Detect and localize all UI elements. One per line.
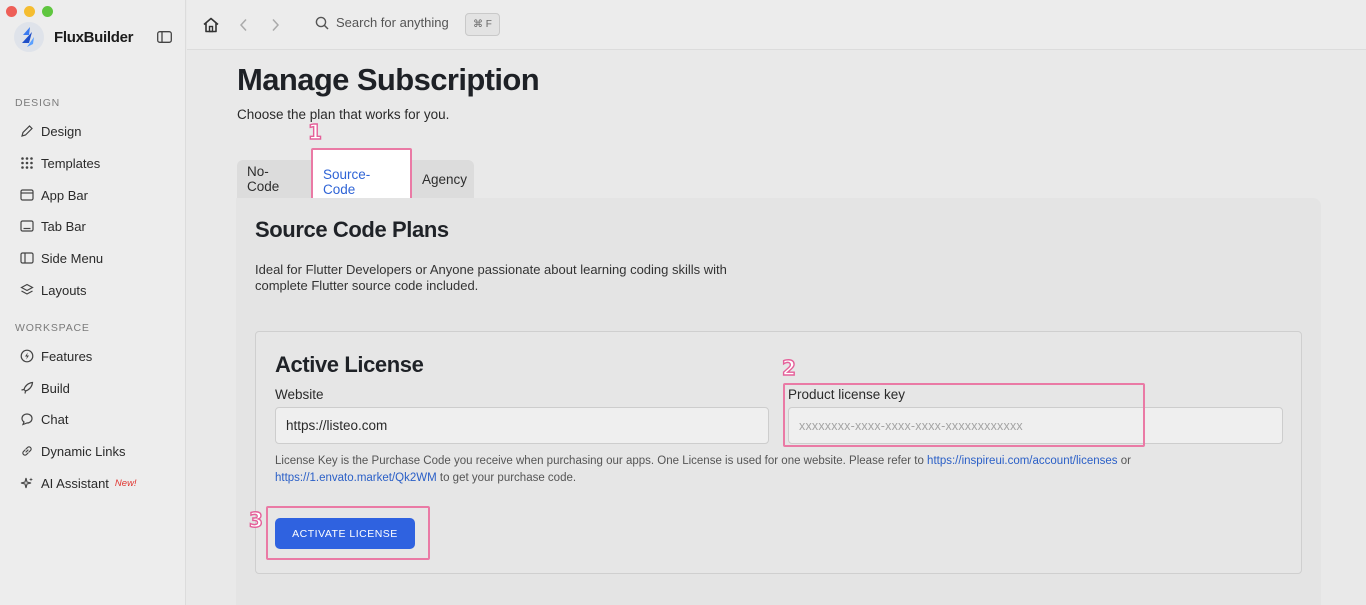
- highlight-box-activate: [266, 506, 430, 560]
- panel-title: Source Code Plans: [255, 217, 449, 242]
- app-header: FluxBuilder: [14, 22, 173, 52]
- website-label: Website: [275, 387, 324, 402]
- sidebar: FluxBuilder DESIGN Design Templates App …: [0, 0, 186, 605]
- side-menu-icon: [20, 252, 34, 264]
- tab-agency[interactable]: Agency: [412, 160, 474, 198]
- minimize-window-button[interactable]: [24, 6, 35, 17]
- tab-source-code[interactable]: Source-Code: [311, 148, 412, 204]
- tab-no-code[interactable]: No-Code: [237, 160, 311, 198]
- sidebar-item-dynamic-links[interactable]: Dynamic Links: [20, 440, 126, 462]
- sidebar-item-design[interactable]: Design: [20, 120, 81, 142]
- sidebar-item-features[interactable]: Features: [20, 345, 92, 367]
- sidebar-item-label: Templates: [41, 155, 101, 171]
- plan-tabs: No-Code Source-Code Agency: [237, 148, 474, 204]
- sidebar-item-templates[interactable]: Templates: [20, 152, 100, 174]
- sidebar-item-side-menu[interactable]: Side Menu: [20, 247, 103, 269]
- search-input[interactable]: Search for anything: [315, 15, 449, 30]
- window-controls: [6, 6, 53, 17]
- sidebar-item-build[interactable]: Build: [20, 377, 70, 399]
- sidebar-item-label: Features: [41, 348, 93, 364]
- link-icon: [22, 446, 32, 456]
- app-name: FluxBuilder: [54, 28, 134, 46]
- rocket-icon: [21, 381, 34, 394]
- sidebar-item-tab-bar[interactable]: Tab Bar: [20, 215, 86, 237]
- layers-icon: [20, 283, 34, 295]
- licenses-link[interactable]: https://inspireui.com/account/licenses: [927, 455, 1117, 467]
- page-title: Manage Subscription: [237, 62, 540, 97]
- sparkle-icon: [20, 477, 33, 489]
- sidebar-item-label: Design: [41, 123, 82, 139]
- main-content: Manage Subscription Choose the plan that…: [187, 50, 1366, 605]
- sidebar-item-ai-assistant[interactable]: AI Assistant New!: [20, 472, 137, 494]
- sidebar-item-label: App Bar: [41, 187, 88, 203]
- envato-link[interactable]: https://1.envato.market/Qk2WM: [275, 472, 437, 484]
- close-window-button[interactable]: [6, 6, 17, 17]
- sidebar-item-label: Tab Bar: [41, 218, 86, 234]
- maximize-window-button[interactable]: [42, 6, 53, 17]
- search-icon: [315, 16, 329, 30]
- annotation-number-3: 3: [248, 507, 263, 532]
- forward-arrow-icon[interactable]: [266, 16, 284, 34]
- highlight-box-license-key: [783, 383, 1145, 447]
- sidebar-item-chat[interactable]: Chat: [20, 408, 68, 430]
- sidebar-item-label: Chat: [41, 411, 69, 427]
- sidebar-item-label: Build: [41, 380, 70, 396]
- page-subtitle: Choose the plan that works for you.: [237, 107, 450, 122]
- fluxbuilder-logo: [14, 22, 44, 52]
- annotation-number-1: 1: [307, 119, 322, 144]
- sidebar-toggle-icon[interactable]: [157, 30, 173, 44]
- sidebar-item-app-bar[interactable]: App Bar: [20, 184, 88, 206]
- back-arrow-icon[interactable]: [235, 16, 253, 34]
- license-card-title: Active License: [275, 352, 424, 377]
- search-shortcut-badge: ⌘ F: [465, 13, 500, 36]
- sidebar-item-label: Layouts: [41, 282, 87, 298]
- app-bar-icon: [20, 189, 34, 201]
- sidebar-item-label: Side Menu: [41, 250, 104, 266]
- section-label-workspace: WORKSPACE: [15, 322, 90, 334]
- bolt-icon: [20, 349, 34, 363]
- pen-icon: [21, 125, 33, 137]
- sidebar-item-layouts[interactable]: Layouts: [20, 279, 87, 301]
- home-icon[interactable]: [202, 16, 220, 34]
- new-badge: New!: [114, 477, 137, 489]
- search-placeholder: Search for anything: [336, 15, 449, 30]
- tab-bar-icon: [20, 220, 34, 232]
- sidebar-item-label: AI Assistant: [41, 475, 109, 491]
- sidebar-item-label: Dynamic Links: [41, 443, 126, 459]
- license-help-text: License Key is the Purchase Code you rec…: [275, 455, 1131, 484]
- section-label-design: DESIGN: [15, 97, 61, 109]
- website-field[interactable]: https://listeo.com: [275, 407, 769, 444]
- grid-icon: [21, 157, 33, 169]
- annotation-number-2: 2: [781, 355, 796, 380]
- chat-icon: [21, 413, 33, 426]
- panel-description: Ideal for Flutter Developers or Anyone p…: [255, 262, 727, 293]
- top-bar: Search for anything ⌘ F: [187, 0, 1366, 50]
